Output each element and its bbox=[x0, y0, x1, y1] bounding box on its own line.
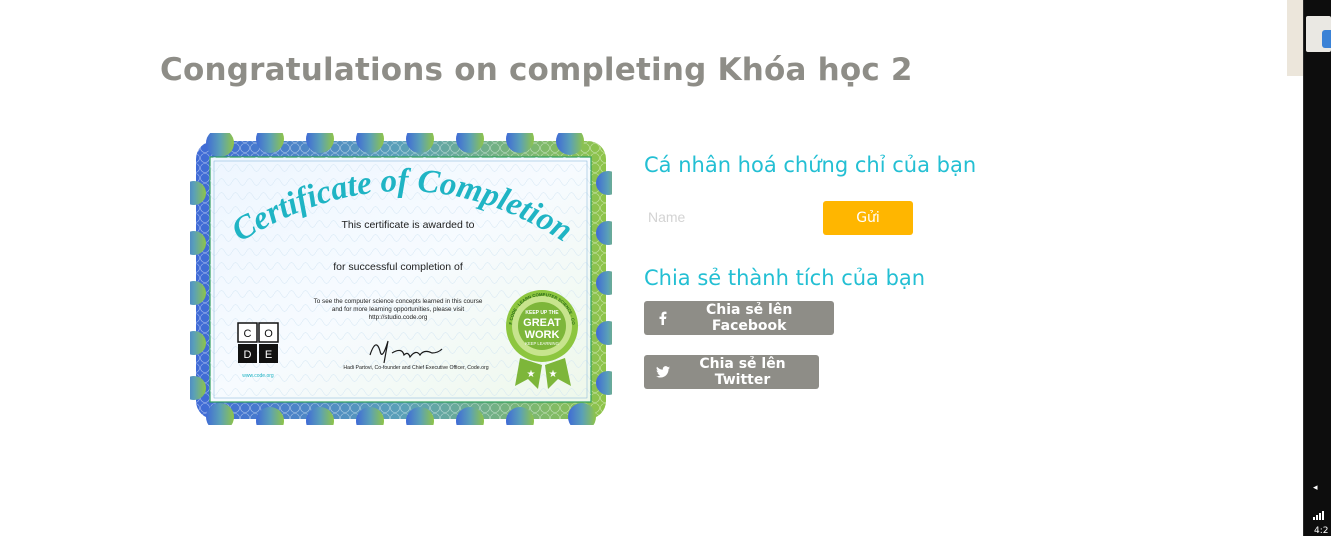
svg-text:C: C bbox=[244, 328, 252, 340]
svg-text:WORK: WORK bbox=[525, 329, 560, 341]
certificate-info-line-3: http://studio.code.org bbox=[369, 314, 428, 321]
share-twitter-label: Chia sẻ lên Twitter bbox=[699, 356, 786, 388]
certificate-completion-line: for successful completion of bbox=[333, 261, 463, 273]
personalize-heading: Cá nhân hoá chứng chỉ của bạn bbox=[644, 153, 977, 177]
signal-icon bbox=[1313, 511, 1324, 520]
svg-text:★: ★ bbox=[527, 369, 536, 380]
share-facebook-button[interactable]: Chia sẻ lên Facebook bbox=[644, 301, 834, 335]
taskbar-app-icon[interactable] bbox=[1322, 30, 1331, 48]
taskbar bbox=[1303, 0, 1331, 536]
certificate-info-line-2: and for more learning opportunities, ple… bbox=[332, 306, 465, 313]
scrollbar-track[interactable] bbox=[1287, 0, 1303, 76]
facebook-icon bbox=[656, 311, 668, 325]
share-facebook-label: Chia sẻ lên Facebook bbox=[705, 302, 793, 334]
name-input[interactable] bbox=[644, 203, 814, 231]
svg-text:O: O bbox=[264, 328, 273, 340]
certificate-awarded-line: This certificate is awarded to bbox=[341, 219, 474, 231]
svg-text:E: E bbox=[265, 349, 272, 361]
signature-caption: Hadi Partovi, Co-founder and Chief Execu… bbox=[343, 365, 488, 371]
svg-text:D: D bbox=[244, 349, 252, 361]
twitter-icon bbox=[656, 365, 670, 379]
tray-expand-icon[interactable]: ◂ bbox=[1313, 483, 1318, 493]
certificate-info-line-1: To see the computer science concepts lea… bbox=[314, 298, 483, 305]
svg-text:KEEP UP THE: KEEP UP THE bbox=[525, 310, 559, 316]
page-title: Congratulations on completing Khóa học 2 bbox=[160, 52, 913, 88]
share-heading: Chia sẻ thành tích của bạn bbox=[644, 266, 926, 290]
tray-clock[interactable]: 4:2 bbox=[1314, 526, 1328, 536]
svg-text:www.code.org: www.code.org bbox=[242, 373, 274, 379]
svg-text:KEEP LEARNING: KEEP LEARNING bbox=[525, 341, 559, 346]
share-twitter-button[interactable]: Chia sẻ lên Twitter bbox=[644, 355, 819, 389]
svg-text:★: ★ bbox=[549, 369, 558, 380]
certificate-image: Certificate of Completion This certifica… bbox=[190, 133, 612, 425]
submit-button[interactable]: Gửi bbox=[823, 201, 913, 235]
svg-text:GREAT: GREAT bbox=[523, 317, 561, 329]
